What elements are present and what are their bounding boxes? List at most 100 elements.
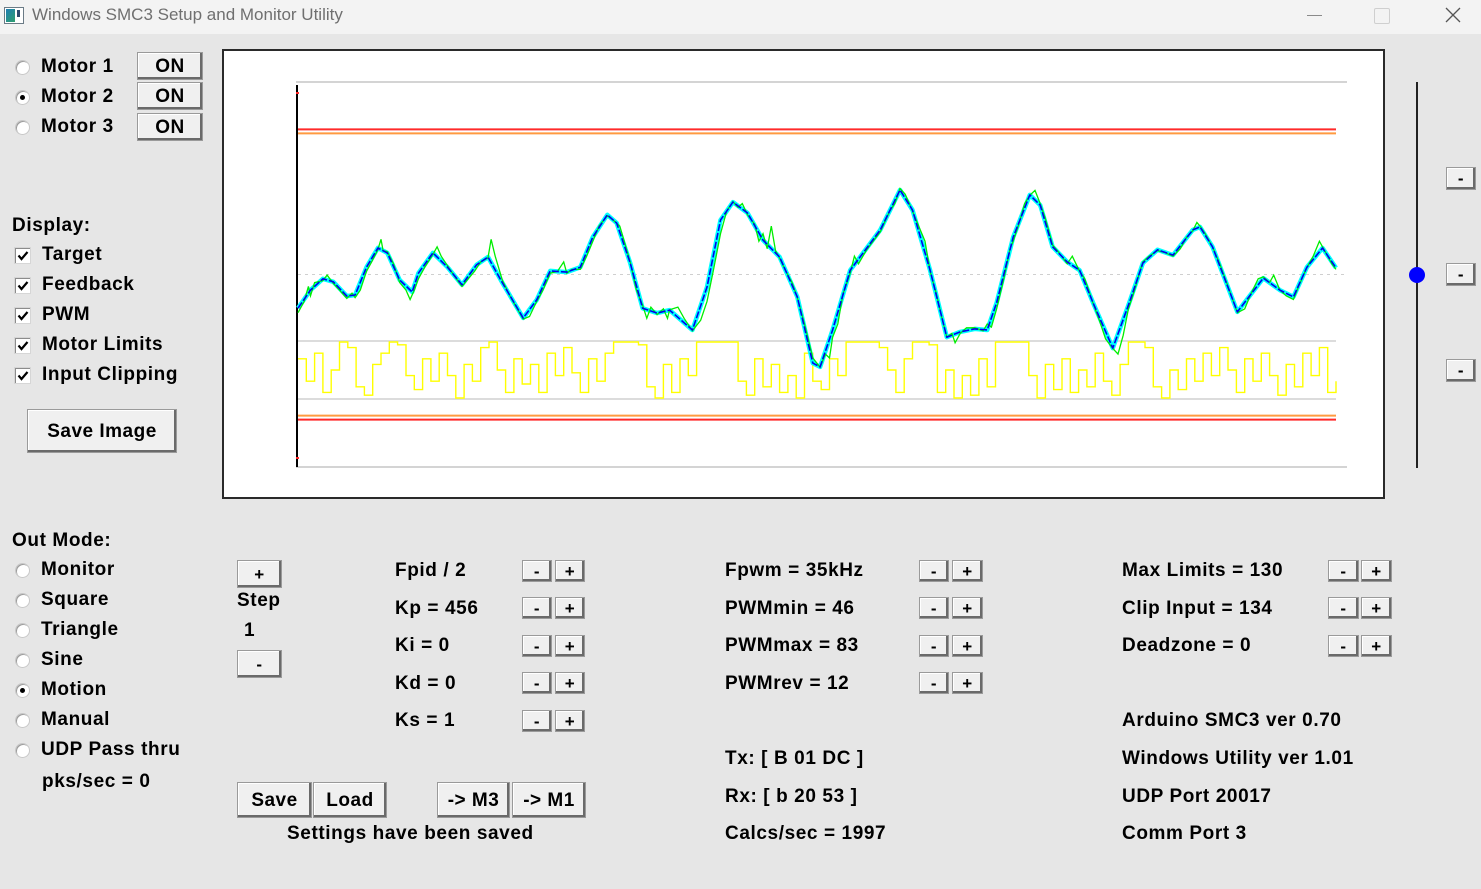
mode-motion-radio[interactable] bbox=[15, 683, 30, 698]
mode-monitor-label: Monitor bbox=[41, 559, 115, 580]
feedback-label: Feedback bbox=[42, 274, 135, 295]
pwm-checkbox[interactable] bbox=[14, 307, 31, 324]
motor-2-radio[interactable] bbox=[15, 90, 30, 105]
display-heading: Display: bbox=[12, 215, 91, 236]
close-icon[interactable] bbox=[1430, 0, 1476, 32]
max-limits-value: Max Limits = 130 bbox=[1122, 560, 1284, 581]
fpid-increase-button[interactable]: + bbox=[555, 560, 585, 582]
slider-lower-minus-button[interactable]: - bbox=[1446, 359, 1476, 382]
mode-monitor-radio[interactable] bbox=[15, 563, 30, 578]
step-increase-button[interactable]: + bbox=[237, 560, 282, 588]
ks-decrease-button[interactable]: - bbox=[522, 710, 552, 732]
step-value: 1 bbox=[244, 620, 256, 641]
max-limits-increase-button[interactable]: + bbox=[1361, 560, 1392, 582]
motor-3-label: Motor 3 bbox=[41, 116, 114, 137]
mode-square-radio[interactable] bbox=[15, 593, 30, 608]
target-label: Target bbox=[42, 244, 103, 265]
pwmmax-increase-button[interactable]: + bbox=[952, 635, 983, 657]
load-settings-button[interactable]: Load bbox=[313, 782, 387, 818]
ki-increase-button[interactable]: + bbox=[555, 635, 585, 657]
settings-status: Settings have been saved bbox=[287, 823, 534, 844]
input-clipping-label: Input Clipping bbox=[42, 364, 179, 385]
mode-motion-label: Motion bbox=[41, 679, 107, 700]
motor-2-on-button[interactable]: ON bbox=[137, 82, 203, 110]
pwm-label: PWM bbox=[42, 304, 91, 325]
checkmark-icon bbox=[17, 371, 29, 381]
window-title: Windows SMC3 Setup and Monitor Utility bbox=[32, 5, 343, 24]
motor-limits-checkbox[interactable] bbox=[14, 337, 31, 354]
motor-3-on-button[interactable]: ON bbox=[137, 113, 203, 141]
maximize-icon[interactable] bbox=[1358, 0, 1404, 32]
ks-value: Ks = 1 bbox=[395, 710, 456, 731]
clip-input-decrease-button[interactable]: - bbox=[1328, 597, 1359, 619]
checkmark-icon bbox=[17, 341, 29, 351]
utility-version: Windows Utility ver 1.01 bbox=[1122, 748, 1354, 769]
pwmmax-value: PWMmax = 83 bbox=[725, 635, 859, 656]
motor-1-radio[interactable] bbox=[15, 60, 30, 75]
fpwm-increase-button[interactable]: + bbox=[952, 560, 983, 582]
calcs-per-second: Calcs/sec = 1997 bbox=[725, 823, 887, 844]
tx-readout: Tx: [ B 01 DC ] bbox=[725, 748, 864, 769]
kd-increase-button[interactable]: + bbox=[555, 672, 585, 694]
clip-input-value: Clip Input = 134 bbox=[1122, 598, 1273, 619]
minimize-icon[interactable] bbox=[1290, 0, 1336, 32]
save-settings-button[interactable]: Save bbox=[237, 782, 312, 818]
motor-limits-label: Motor Limits bbox=[42, 334, 164, 355]
feedback-checkbox[interactable] bbox=[14, 277, 31, 294]
pwmrev-increase-button[interactable]: + bbox=[952, 672, 983, 694]
kp-value: Kp = 456 bbox=[395, 598, 479, 619]
target-checkbox[interactable] bbox=[14, 247, 31, 264]
clip-input-increase-button[interactable]: + bbox=[1361, 597, 1392, 619]
deadzone-increase-button[interactable]: + bbox=[1361, 635, 1392, 657]
arduino-version: Arduino SMC3 ver 0.70 bbox=[1122, 710, 1342, 731]
position-slider-thumb[interactable] bbox=[1409, 267, 1425, 283]
motor-3-radio[interactable] bbox=[15, 120, 30, 135]
pwmmin-increase-button[interactable]: + bbox=[952, 597, 983, 619]
udp-port: UDP Port 20017 bbox=[1122, 786, 1272, 807]
fpid-decrease-button[interactable]: - bbox=[522, 560, 552, 582]
checkmark-icon bbox=[17, 281, 29, 291]
out-mode-heading: Out Mode: bbox=[12, 530, 112, 551]
packets-per-second: pks/sec = 0 bbox=[42, 771, 151, 792]
kp-decrease-button[interactable]: - bbox=[522, 597, 552, 619]
kd-decrease-button[interactable]: - bbox=[522, 672, 552, 694]
ks-increase-button[interactable]: + bbox=[555, 710, 585, 732]
mode-sine-radio[interactable] bbox=[15, 653, 30, 668]
pwm-trace bbox=[298, 341, 1337, 399]
deadzone-value: Deadzone = 0 bbox=[1122, 635, 1252, 656]
rx-readout: Rx: [ b 20 53 ] bbox=[725, 786, 858, 807]
motor-1-label: Motor 1 bbox=[41, 56, 114, 77]
pwmmax-decrease-button[interactable]: - bbox=[919, 635, 949, 657]
mode-sine-label: Sine bbox=[41, 649, 84, 670]
axis-marker-bottom bbox=[296, 457, 299, 459]
pwmrev-decrease-button[interactable]: - bbox=[919, 672, 949, 694]
checkmark-icon bbox=[17, 311, 29, 321]
step-decrease-button[interactable]: - bbox=[237, 650, 282, 678]
copy-to-m3-button[interactable]: -> M3 bbox=[437, 782, 510, 818]
motor-1-on-button[interactable]: ON bbox=[137, 52, 203, 80]
max-limits-decrease-button[interactable]: - bbox=[1328, 560, 1359, 582]
slider-center-minus-button[interactable]: - bbox=[1446, 263, 1476, 286]
pwmmin-value: PWMmin = 46 bbox=[725, 598, 855, 619]
motor-2-label: Motor 2 bbox=[41, 86, 114, 107]
save-image-button[interactable]: Save Image bbox=[27, 409, 177, 453]
input-clipping-checkbox[interactable] bbox=[14, 367, 31, 384]
mode-udp-pass-thru-label: UDP Pass thru bbox=[41, 739, 181, 760]
pwmmin-decrease-button[interactable]: - bbox=[919, 597, 949, 619]
ki-decrease-button[interactable]: - bbox=[522, 635, 552, 657]
copy-to-m1-button[interactable]: -> M1 bbox=[512, 782, 586, 818]
mode-square-label: Square bbox=[41, 589, 110, 610]
mode-udp-pass-thru-radio[interactable] bbox=[15, 743, 30, 758]
step-label: Step bbox=[237, 590, 281, 611]
pwmrev-value: PWMrev = 12 bbox=[725, 673, 850, 694]
kp-increase-button[interactable]: + bbox=[555, 597, 585, 619]
axis-marker-top bbox=[296, 92, 299, 94]
fpwm-decrease-button[interactable]: - bbox=[919, 560, 949, 582]
fpid-value: Fpid / 2 bbox=[395, 560, 467, 581]
monitor-plot bbox=[222, 49, 1385, 499]
kd-value: Kd = 0 bbox=[395, 673, 457, 694]
deadzone-decrease-button[interactable]: - bbox=[1328, 635, 1359, 657]
mode-manual-radio[interactable] bbox=[15, 713, 30, 728]
mode-triangle-radio[interactable] bbox=[15, 623, 30, 638]
slider-upper-minus-button[interactable]: - bbox=[1446, 167, 1476, 190]
